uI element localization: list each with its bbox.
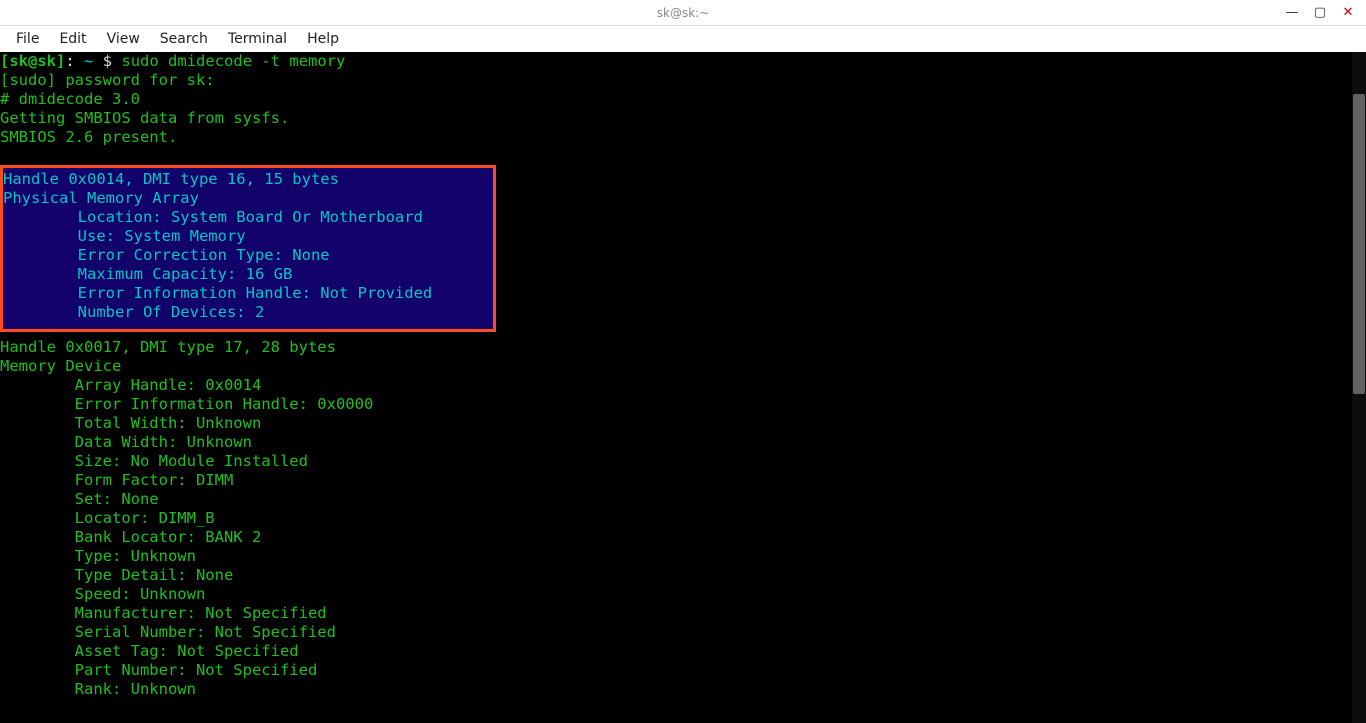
block1-field: Location: System Board Or Motherboard xyxy=(78,208,423,226)
minimize-button[interactable]: — xyxy=(1278,0,1306,25)
command-text: sudo dmidecode -t memory xyxy=(121,52,345,70)
block1-field: Maximum Capacity: 16 GB xyxy=(78,265,293,283)
block2-field: Error Information Handle: 0x0000 xyxy=(75,395,374,413)
block2-field: Type: Unknown xyxy=(75,547,196,565)
window-titlebar: sk@sk:~ — ▢ ✕ xyxy=(0,0,1366,26)
block1-field: Use: System Memory xyxy=(78,227,246,245)
menu-view[interactable]: View xyxy=(97,28,150,50)
menu-search[interactable]: Search xyxy=(150,28,218,50)
block1-field: Error Correction Type: None xyxy=(78,246,330,264)
highlight-box: Handle 0x0014, DMI type 16, 15 bytes Phy… xyxy=(0,165,496,332)
menu-file[interactable]: File xyxy=(6,28,49,50)
menubar: File Edit View Search Terminal Help xyxy=(0,26,1366,52)
close-button[interactable]: ✕ xyxy=(1334,0,1362,25)
terminal-area[interactable]: [sk@sk]: ~ $ sudo dmidecode -t memory [s… xyxy=(0,52,1366,723)
block2-field: Total Width: Unknown xyxy=(75,414,262,432)
block2-field: Speed: Unknown xyxy=(75,585,206,603)
menu-help[interactable]: Help xyxy=(297,28,349,50)
block1-field: Number Of Devices: 2 xyxy=(78,303,265,321)
block2-field: Manufacturer: Not Specified xyxy=(75,604,327,622)
block1-handle: Handle 0x0014, DMI type 16, 15 bytes xyxy=(3,170,339,188)
block2-field: Serial Number: Not Specified xyxy=(75,623,336,641)
terminal-output-2: Handle 0x0017, DMI type 17, 28 bytes Mem… xyxy=(0,338,373,699)
block2-field: Locator: DIMM_B xyxy=(75,509,215,527)
block2-field: Asset Tag: Not Specified xyxy=(75,642,299,660)
block1-field: Error Information Handle: Not Provided xyxy=(78,284,433,302)
block2-field: Set: None xyxy=(75,490,159,508)
block2-field: Size: No Module Installed xyxy=(75,452,308,470)
block2-field: Part Number: Not Specified xyxy=(75,661,318,679)
block2-field: Type Detail: None xyxy=(75,566,234,584)
block2-field: Rank: Unknown xyxy=(75,680,196,698)
prompt-userhost: [sk@sk] xyxy=(0,52,65,70)
maximize-button[interactable]: ▢ xyxy=(1306,0,1334,25)
block2-title: Memory Device xyxy=(0,357,121,375)
window-controls: — ▢ ✕ xyxy=(1278,0,1362,25)
block2-field: Bank Locator: BANK 2 xyxy=(75,528,262,546)
block2-field: Data Width: Unknown xyxy=(75,433,252,451)
block1-title: Physical Memory Array xyxy=(3,189,199,207)
block2-field: Array Handle: 0x0014 xyxy=(75,376,262,394)
scrollbar-thumb[interactable] xyxy=(1353,94,1365,394)
menu-terminal[interactable]: Terminal xyxy=(218,28,297,50)
block2-field: Form Factor: DIMM xyxy=(75,471,234,489)
menu-edit[interactable]: Edit xyxy=(49,28,96,50)
block2-handle: Handle 0x0017, DMI type 17, 28 bytes xyxy=(0,338,336,356)
terminal-output: [sk@sk]: ~ $ sudo dmidecode -t memory [s… xyxy=(0,52,1366,147)
window-title: sk@sk:~ xyxy=(657,6,710,20)
scrollbar-track[interactable] xyxy=(1352,52,1366,723)
